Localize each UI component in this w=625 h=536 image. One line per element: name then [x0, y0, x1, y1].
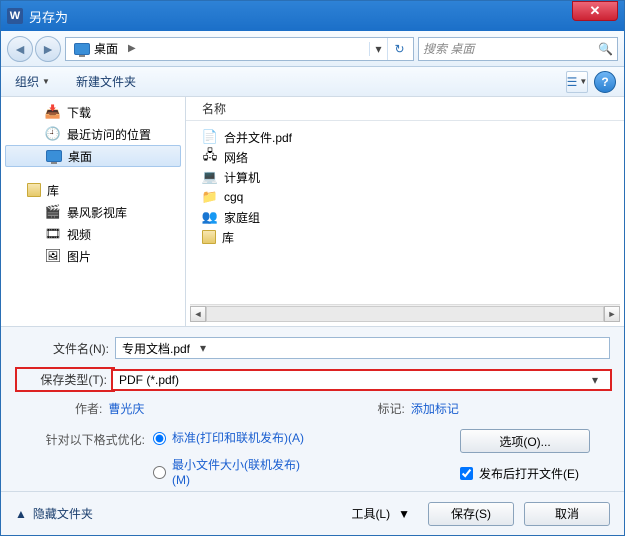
video-icon: 🎞: [45, 226, 61, 242]
scroll-left-icon[interactable]: ◄: [190, 306, 206, 322]
download-icon: 📥: [45, 104, 61, 120]
list-item[interactable]: 📄合并文件.pdf: [196, 127, 614, 147]
forward-button[interactable]: ►: [35, 36, 61, 62]
sidebar-item-baofeng[interactable]: 🎬暴风影视库: [1, 201, 185, 223]
options-button[interactable]: 选项(O)...: [460, 429, 590, 453]
folder-icon: 📁: [202, 189, 218, 205]
open-after-checkbox[interactable]: 发布后打开文件(E): [460, 465, 579, 482]
library-icon: [27, 183, 41, 197]
toolbar: 组织▼ 新建文件夹 ☰▼ ?: [1, 67, 624, 97]
list-item[interactable]: 🖧网络: [196, 147, 614, 167]
sidebar-item-downloads[interactable]: 📥下载: [1, 101, 185, 123]
address-bar[interactable]: 桌面 ▶ ▾ ↻: [65, 37, 414, 61]
close-button[interactable]: ✕: [572, 1, 618, 21]
filetype-label: 保存类型(T):: [15, 367, 115, 392]
column-header-name[interactable]: 名称: [186, 97, 624, 121]
list-item[interactable]: 📁cgq: [196, 187, 614, 207]
video-icon: 🎬: [45, 204, 61, 220]
organize-button[interactable]: 组织▼: [9, 70, 56, 93]
save-button[interactable]: 保存(S): [428, 502, 514, 526]
sidebar-item-desktop[interactable]: 桌面: [5, 145, 181, 167]
optimize-label: 针对以下格式优化:: [35, 429, 145, 487]
hide-folders-button[interactable]: ▲隐藏文件夹: [15, 505, 93, 522]
tools-button[interactable]: 工具(L)▼: [343, 505, 418, 522]
list-item[interactable]: 💻计算机: [196, 167, 614, 187]
homegroup-icon: 👥: [202, 209, 218, 225]
picture-icon: 🖼: [45, 248, 61, 264]
desktop-icon: [46, 150, 62, 162]
filename-input[interactable]: 专用文档.pdf▾: [115, 337, 610, 359]
sidebar-item-recent[interactable]: 🕘最近访问的位置: [1, 123, 185, 145]
window-title: 另存为: [29, 7, 572, 26]
pdf-icon: 📄: [202, 129, 218, 145]
search-icon: 🔍: [598, 42, 613, 56]
cancel-button[interactable]: 取消: [524, 502, 610, 526]
file-list[interactable]: 📄合并文件.pdf 🖧网络 💻计算机 📁cgq 👥家庭组 库: [186, 121, 624, 304]
sidebar: 📥下载 🕘最近访问的位置 桌面 库 🎬暴风影视库 🎞视频 🖼图片: [1, 97, 186, 326]
tags-label: 标记:: [378, 400, 405, 417]
save-as-dialog: W 另存为 ✕ ◄ ► 桌面 ▶ ▾ ↻ 搜索 桌面 🔍 组织▼ 新建文件夹 ☰…: [0, 0, 625, 536]
titlebar: W 另存为 ✕: [1, 1, 624, 31]
desktop-icon: [74, 43, 90, 55]
file-pane: 名称 📄合并文件.pdf 🖧网络 💻计算机 📁cgq 👥家庭组 库 ◄ ►: [186, 97, 624, 326]
search-input[interactable]: 搜索 桌面 🔍: [418, 37, 618, 61]
chevron-up-icon: ▲: [15, 507, 27, 521]
computer-icon: 💻: [202, 169, 218, 185]
scroll-right-icon[interactable]: ►: [604, 306, 620, 322]
horizontal-scrollbar[interactable]: ◄ ►: [190, 304, 620, 322]
tags-value[interactable]: 添加标记: [411, 400, 459, 417]
chevron-right-icon[interactable]: ▶: [124, 43, 140, 54]
new-folder-button[interactable]: 新建文件夹: [70, 70, 142, 93]
refresh-button[interactable]: ↻: [387, 38, 411, 60]
word-icon: W: [7, 8, 23, 24]
form-area: 文件名(N): 专用文档.pdf▾ 保存类型(T): PDF (*.pdf)▾ …: [1, 327, 624, 491]
radio-minimum[interactable]: 最小文件大小(联机发布)(M): [153, 456, 313, 487]
network-icon: 🖧: [202, 149, 218, 165]
filetype-select[interactable]: PDF (*.pdf)▾: [111, 369, 612, 391]
radio-standard[interactable]: 标准(打印和联机发布)(A): [153, 429, 313, 446]
filename-label: 文件名(N):: [15, 340, 115, 357]
sidebar-item-pictures[interactable]: 🖼图片: [1, 245, 185, 267]
sidebar-item-video[interactable]: 🎞视频: [1, 223, 185, 245]
author-label: 作者:: [75, 400, 102, 417]
help-button[interactable]: ?: [594, 71, 616, 93]
footer: ▲隐藏文件夹 工具(L)▼ 保存(S) 取消: [1, 491, 624, 535]
sidebar-item-libraries[interactable]: 库: [1, 179, 185, 201]
list-item[interactable]: 👥家庭组: [196, 207, 614, 227]
library-icon: [202, 230, 216, 244]
address-dropdown[interactable]: ▾: [369, 42, 387, 56]
list-item[interactable]: 库: [196, 227, 614, 247]
search-placeholder: 搜索 桌面: [423, 40, 474, 57]
recent-icon: 🕘: [45, 126, 61, 142]
chevron-down-icon[interactable]: ▾: [586, 373, 604, 387]
view-button[interactable]: ☰▼: [566, 71, 588, 93]
breadcrumb-segment[interactable]: 桌面: [94, 40, 118, 57]
back-button[interactable]: ◄: [7, 36, 33, 62]
chevron-down-icon[interactable]: ▾: [194, 341, 212, 355]
author-value[interactable]: 曹光庆: [108, 400, 144, 417]
nav-row: ◄ ► 桌面 ▶ ▾ ↻ 搜索 桌面 🔍: [1, 31, 624, 67]
